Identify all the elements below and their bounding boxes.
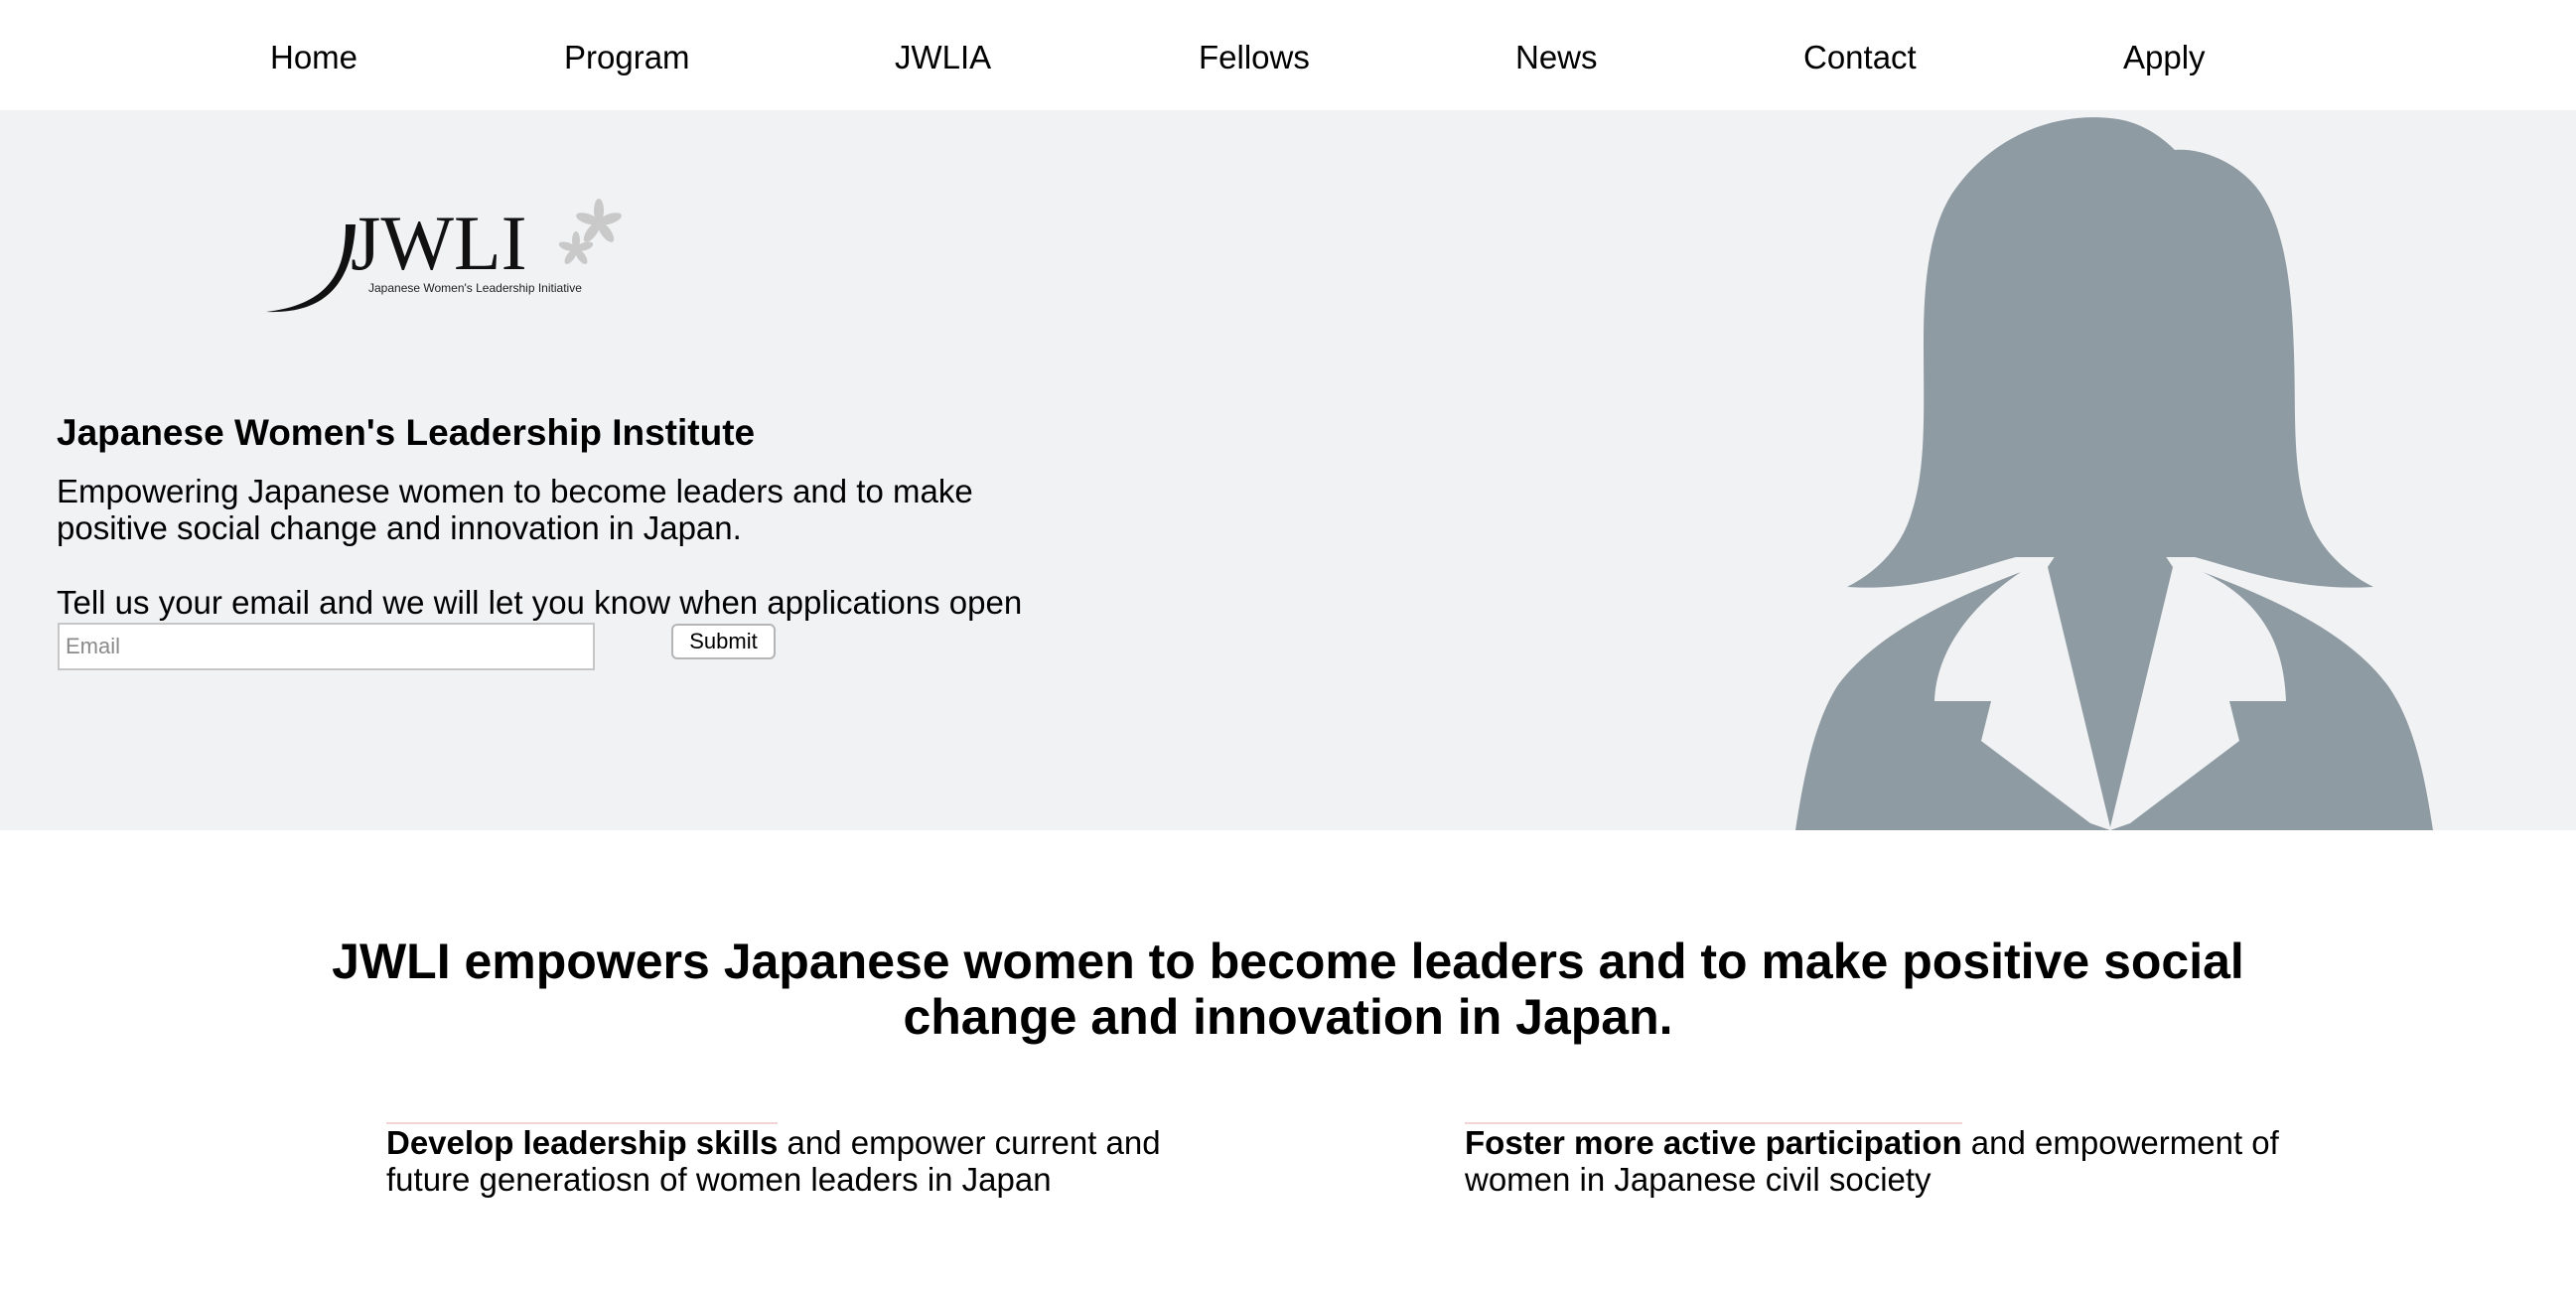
top-nav: Home Program JWLIA Fellows News Contact … xyxy=(0,0,2576,110)
feature-2-highlight: Foster more active participation xyxy=(1465,1122,1962,1161)
email-input[interactable] xyxy=(58,623,595,670)
woman-silhouette-icon xyxy=(1795,117,2433,830)
nav-home-link[interactable]: Home xyxy=(270,36,358,79)
sakura-icon xyxy=(558,199,622,264)
feature-leadership-skills: Develop leadership skills and empower cu… xyxy=(386,1122,1201,1198)
mission-heading-line-1: JWLI empowers Japanese women to become l… xyxy=(332,934,2244,989)
feature-1-highlight: Develop leadership skills xyxy=(386,1122,779,1161)
nav-fellows-link[interactable]: Fellows xyxy=(1199,36,1310,79)
nav-program-link[interactable]: Program xyxy=(564,36,690,79)
nav-apply-link[interactable]: Apply xyxy=(2123,36,2206,79)
logo-wordmark: JWLI xyxy=(351,200,527,286)
submit-button[interactable]: Submit xyxy=(671,624,776,659)
jwli-logo: JWLI Japanese Women's Leadership Initiat… xyxy=(266,199,622,313)
feature-active-participation: Foster more active participation and emp… xyxy=(1465,1122,2279,1198)
nav-jwlia-link[interactable]: JWLIA xyxy=(895,36,991,79)
mission-heading-line-2: change and innovation in Japan. xyxy=(903,989,1673,1045)
mission-heading: JWLI empowers Japanese women to become l… xyxy=(0,934,2576,1045)
nav-news-link[interactable]: News xyxy=(1515,36,1598,79)
hero-title: Japanese Women's Leadership Institute xyxy=(57,412,756,453)
logo-subtitle: Japanese Women's Leadership Initiative xyxy=(368,281,582,295)
hero-section: JWLI Japanese Women's Leadership Initiat… xyxy=(0,110,2576,830)
nav-contact-link[interactable]: Contact xyxy=(1803,36,1917,79)
hero-tagline: Empowering Japanese women to become lead… xyxy=(57,473,973,546)
